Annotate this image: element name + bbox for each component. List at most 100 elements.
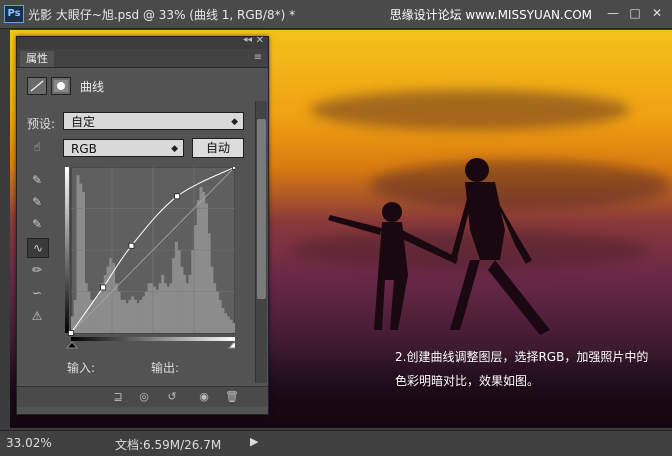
curve-control-point	[128, 242, 135, 249]
histogram-bar	[163, 283, 167, 333]
histogram-bar	[87, 291, 91, 333]
histogram-bar	[142, 296, 146, 333]
curves-graph[interactable]	[65, 167, 235, 349]
output-gradient-bar	[65, 167, 69, 333]
histogram-bar	[139, 299, 143, 333]
histogram-bar	[202, 191, 206, 333]
histogram-bar	[98, 291, 102, 333]
layer-mask-icon[interactable]	[51, 77, 71, 95]
histogram-bar	[188, 274, 192, 333]
reset-icon[interactable]: ↺	[163, 389, 181, 405]
histogram-bar	[128, 299, 132, 333]
collapse-icon[interactable]: ◂◂	[243, 35, 252, 45]
panel-bottom-bar: ⊒ ◎ ↺ ◉ 🗑	[17, 386, 268, 407]
curves-adjustment-icon	[27, 77, 47, 95]
panel-top-bar: ◂◂ ✕	[17, 35, 268, 49]
curve-point-icon[interactable]: ∿	[27, 238, 49, 258]
histogram-bar	[174, 241, 178, 333]
status-bar: 33.02% 文档:6.59M/26.7M ▶	[0, 430, 672, 456]
histogram-bar	[226, 316, 230, 333]
delete-trash-icon[interactable]: 🗑	[223, 389, 241, 405]
preset-label: 预设:	[27, 117, 56, 131]
zoom-level[interactable]: 33.02%	[6, 436, 52, 450]
histogram-bar	[144, 291, 148, 333]
view-previous-state-icon[interactable]: ◎	[135, 389, 153, 405]
properties-panel: ◂◂ ✕ 属性 ≡ 曲线 预设: 自定 ◆ ☝ RGB ◆ 自动 ✎ ✎ ✎ ∿ ✏…	[16, 35, 269, 415]
histogram-bar	[224, 313, 228, 333]
histogram-bar	[169, 283, 173, 333]
input-label: 输入:	[67, 361, 96, 375]
tab-properties[interactable]: 属性	[20, 51, 54, 67]
histogram-bar	[92, 299, 96, 333]
curve-control-point	[68, 330, 74, 336]
histogram-bar	[218, 299, 222, 333]
curve-control-point	[174, 193, 181, 200]
histogram-bar	[122, 299, 126, 333]
histogram-bar	[207, 233, 211, 333]
watermark-text: 思缘设计论坛 www.MISSYUAN.COM	[389, 8, 592, 22]
channel-value: RGB	[71, 142, 97, 156]
histogram-bar	[204, 203, 208, 333]
eyedropper-black-icon[interactable]: ✎	[27, 171, 47, 189]
preset-select[interactable]: 自定 ◆	[63, 112, 244, 130]
clip-to-layer-icon[interactable]: ⊒	[109, 389, 127, 405]
histogram-bar	[114, 283, 118, 333]
document-size: 文档:6.59M/26.7M	[115, 438, 222, 452]
histogram-bar	[76, 175, 80, 333]
histogram-bar	[194, 225, 198, 333]
output-label: 输出:	[151, 361, 180, 375]
histogram-bar	[101, 283, 105, 333]
histogram-bar	[210, 266, 214, 333]
status-menu-arrow-icon[interactable]: ▶	[250, 435, 258, 448]
close-button[interactable]: ✕	[646, 4, 668, 22]
scrollbar-thumb[interactable]	[257, 119, 266, 299]
panel-heading: 曲线	[80, 80, 105, 94]
histogram-bar	[166, 286, 170, 333]
panel-menu-icon[interactable]: ≡	[254, 52, 262, 63]
auto-button[interactable]: 自动	[192, 138, 244, 158]
histogram-bar	[131, 296, 135, 333]
pencil-icon[interactable]: ✏	[27, 261, 47, 279]
preset-value: 自定	[71, 115, 96, 129]
channel-select[interactable]: RGB ◆	[63, 139, 184, 157]
histogram-bar	[133, 299, 137, 333]
histogram-bar	[185, 283, 189, 333]
document-title: 光影 大眼仔~旭.psd @ 33% (曲线 1, RGB/8*) *	[28, 8, 296, 22]
histogram-bar	[153, 286, 157, 333]
black-point-slider[interactable]	[65, 341, 79, 349]
histogram-bar	[161, 274, 165, 333]
histogram-bar	[196, 200, 200, 333]
input-gradient-bar	[71, 337, 235, 341]
smooth-icon[interactable]: ∽	[27, 284, 47, 302]
eyedropper-gray-icon[interactable]: ✎	[27, 193, 47, 211]
panel-close-icon[interactable]: ✕	[256, 35, 264, 46]
target-adjust-hand-icon[interactable]: ☝	[27, 138, 47, 156]
histogram-bar	[147, 283, 151, 333]
panel-tab-bar: 属性 ≡	[17, 49, 268, 68]
clipping-warning-icon[interactable]: ⚠	[27, 307, 47, 325]
curve-control-point	[232, 167, 235, 170]
histogram-bar	[81, 191, 85, 333]
histogram-bar	[117, 291, 121, 333]
select-arrows-icon: ◆	[231, 117, 238, 127]
histogram-bar	[125, 303, 129, 333]
eyedropper-white-icon[interactable]: ✎	[27, 215, 47, 233]
histogram-bar	[158, 283, 162, 333]
histogram-bar	[215, 291, 219, 333]
histogram-bar	[199, 186, 203, 333]
panel-scrollbar[interactable]	[255, 101, 267, 383]
histogram-bar	[180, 266, 184, 333]
histogram-bar	[106, 266, 110, 333]
maximize-button[interactable]: □	[624, 4, 646, 22]
histogram-bar	[232, 323, 235, 333]
title-bar: Ps 光影 大眼仔~旭.psd @ 33% (曲线 1, RGB/8*) * 思…	[0, 0, 672, 29]
visibility-eye-icon[interactable]: ◉	[195, 389, 213, 405]
canvas-caption: 2.创建曲线调整图层，选择RGB，加强照片中的色彩明暗对比，效果如图。	[395, 350, 649, 388]
histogram-bar	[172, 258, 176, 333]
histogram-bar	[79, 183, 83, 333]
minimize-button[interactable]: —	[602, 4, 624, 22]
white-point-slider[interactable]	[227, 341, 235, 349]
histogram-bar	[84, 283, 88, 333]
histogram-bar	[95, 296, 99, 333]
histogram-bar	[120, 299, 124, 333]
